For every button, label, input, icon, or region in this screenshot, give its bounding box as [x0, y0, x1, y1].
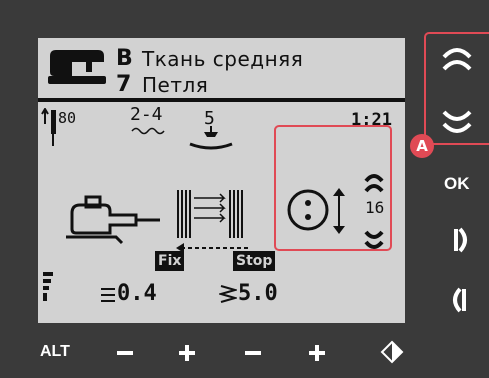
mirror-diamond-button[interactable] [380, 340, 404, 364]
header-panel: B Ткань средняя 7 Петля [38, 38, 405, 102]
fix-badge: Fix [155, 251, 185, 271]
callout-a: A [410, 134, 434, 158]
minus-button-1[interactable] [115, 343, 135, 363]
buttonhole-foot-icon [66, 195, 160, 245]
tension-bars-icon [43, 272, 53, 301]
button-size-value: 16 [365, 198, 385, 217]
stitch-label: Петля [142, 73, 209, 97]
sewing-machine-icon [48, 50, 106, 84]
needle-right-button[interactable] [452, 225, 472, 255]
buttonhole-pattern-icon [177, 190, 243, 238]
scroll-down-button[interactable] [440, 108, 474, 138]
needle-size: 80 [58, 109, 77, 127]
scroll-up-button[interactable] [440, 45, 474, 75]
needle-icon [41, 108, 56, 146]
stitch-width-icon [101, 288, 115, 302]
stitch-width-value: 0.4 [117, 281, 157, 306]
minus-button-2[interactable] [243, 343, 263, 363]
ok-button[interactable]: OK [444, 174, 470, 194]
stitch-length-icon [219, 285, 237, 303]
button-size-highlight [274, 125, 392, 251]
tension-icon [131, 127, 165, 135]
presser-foot-icon [189, 126, 233, 150]
stitch-length-value: 5.0 [238, 281, 278, 306]
plus-button-1[interactable] [177, 343, 197, 363]
thread-tension: 2-4 [130, 104, 163, 125]
plus-button-2[interactable] [307, 343, 327, 363]
stop-badge: Stop [233, 251, 276, 271]
fabric-label: Ткань средняя [142, 47, 304, 71]
alt-button[interactable]: ALT [40, 343, 70, 361]
needle-left-button[interactable] [448, 285, 468, 315]
fabric-code: B [116, 46, 133, 71]
stitch-code: 7 [116, 72, 132, 97]
